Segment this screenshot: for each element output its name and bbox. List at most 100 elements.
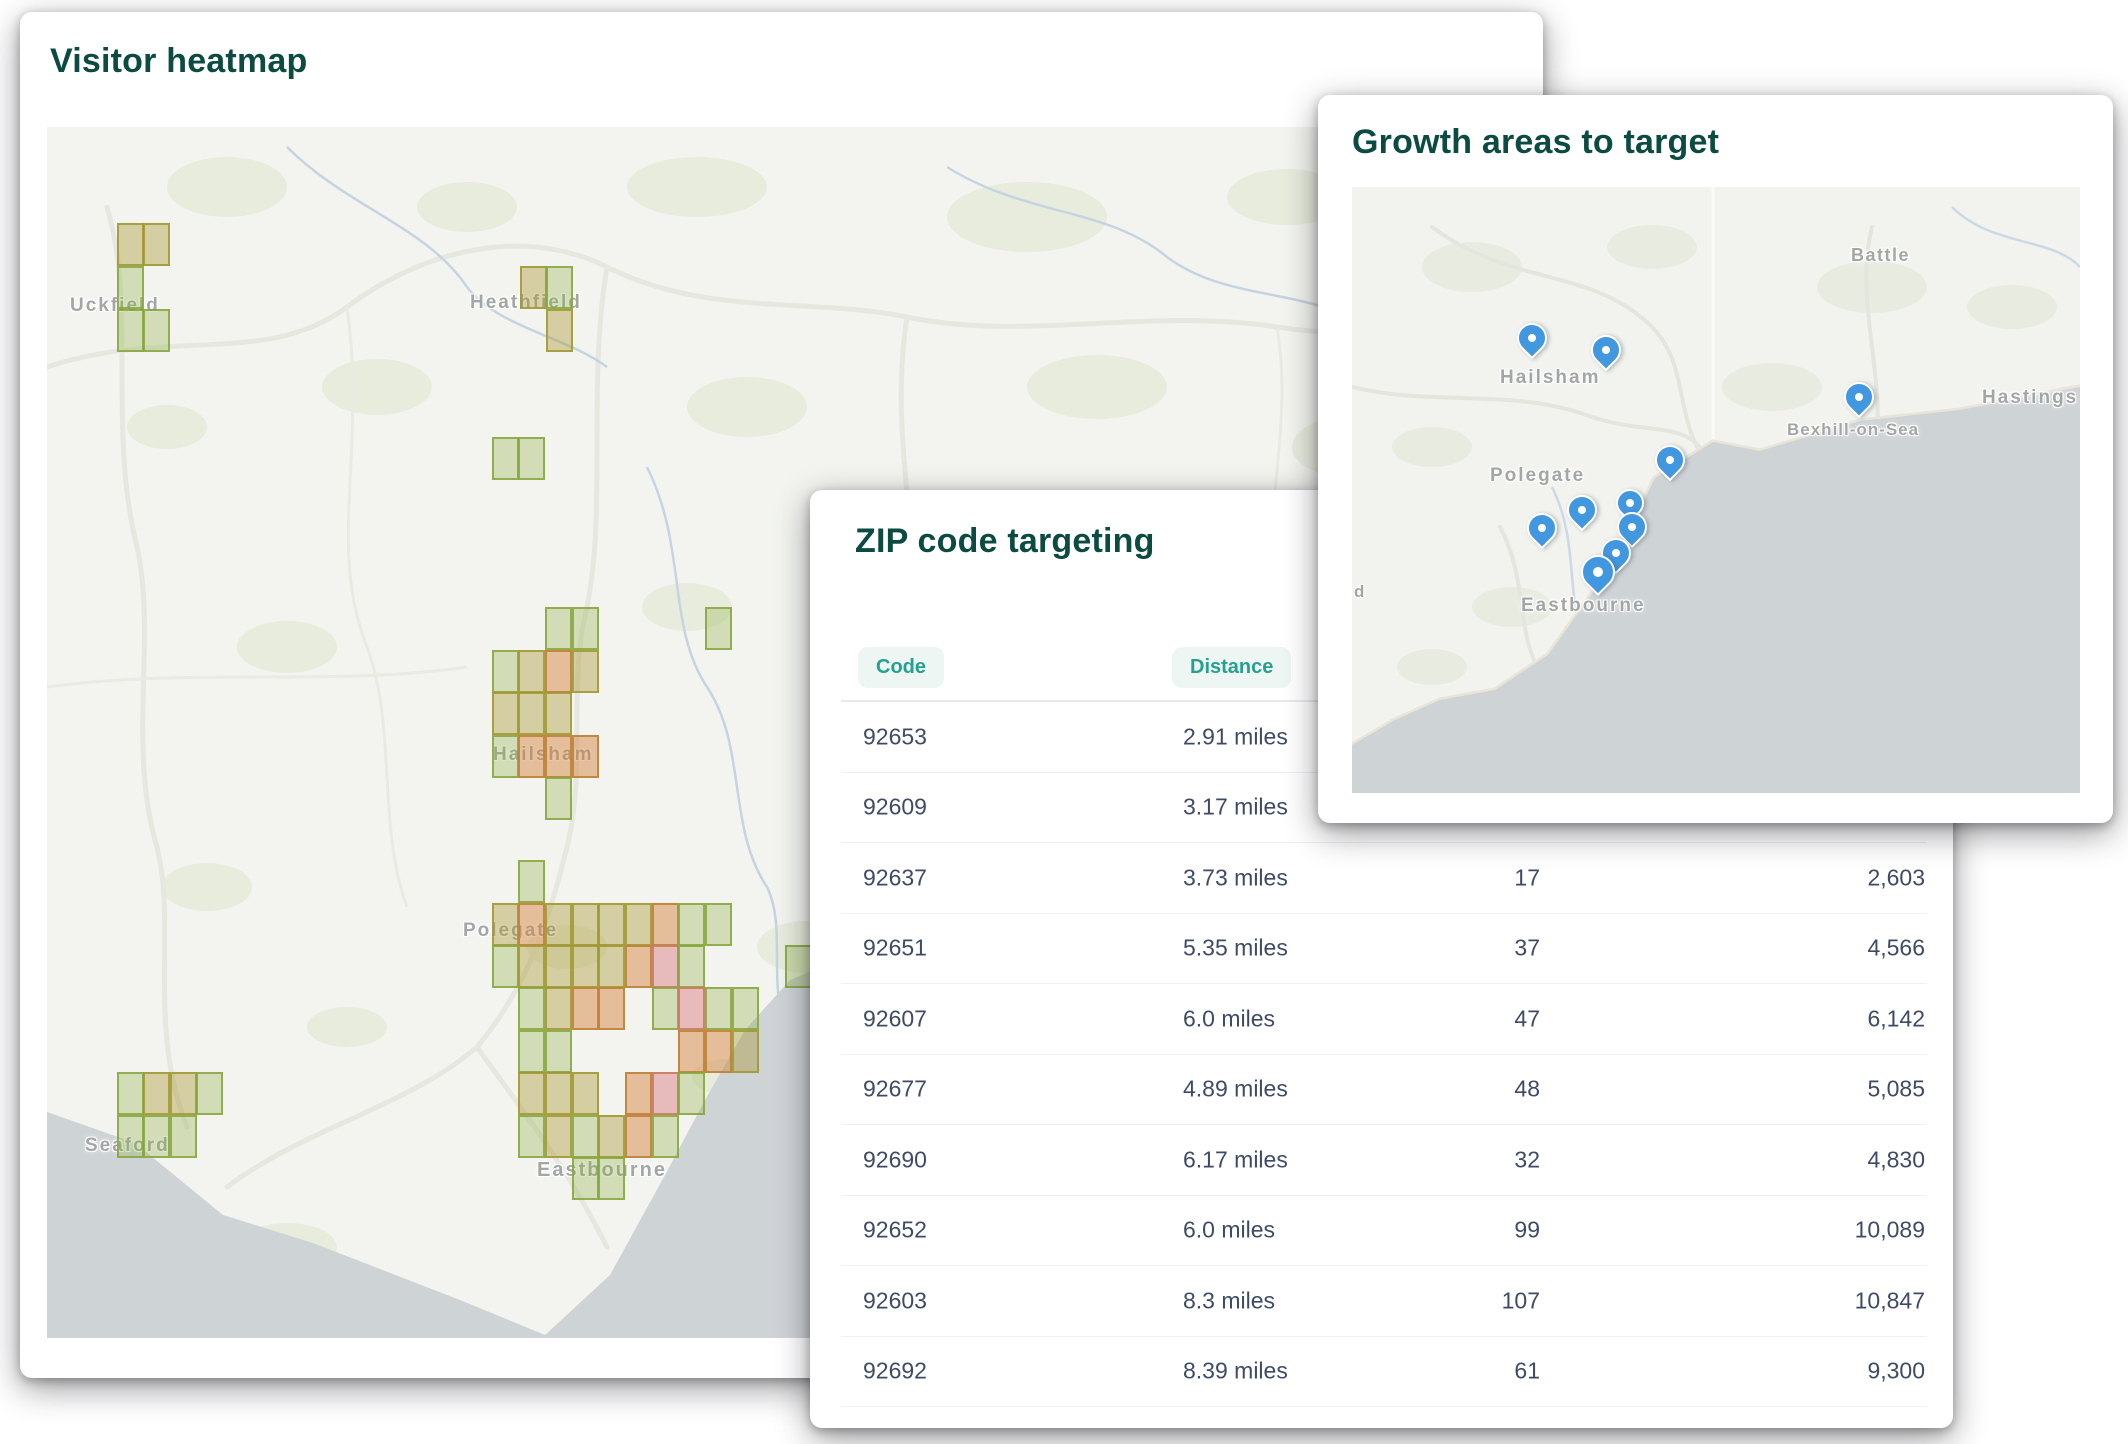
cell-population: 4,830 (1867, 1146, 1925, 1173)
heatmap-cell (678, 1030, 705, 1073)
heatmap-cell (598, 1115, 625, 1158)
cell-distance: 3.17 miles (1183, 794, 1288, 821)
heatmap-cell (196, 1072, 223, 1115)
cell-distance: 8.3 miles (1183, 1287, 1275, 1314)
heatmap-cell (518, 1072, 545, 1115)
heatmap-cell (652, 903, 679, 946)
heatmap-cell (492, 735, 519, 778)
heatmap-cell (518, 987, 545, 1030)
cell-distance: 4.89 miles (1183, 1076, 1288, 1103)
heatmap-cell (598, 1157, 625, 1200)
heatmap-cell (546, 309, 573, 352)
cell-distance: 2.91 miles (1183, 723, 1288, 750)
heatmap-cell (518, 735, 545, 778)
heatmap-cell (705, 987, 732, 1030)
heatmap-cell (545, 735, 572, 778)
heatmap-cell (518, 1030, 545, 1073)
cell-code: 92609 (863, 794, 927, 821)
cell-distance: 6.0 miles (1183, 1217, 1275, 1244)
table-row[interactable]: 926373.73 miles172,603 (841, 843, 1927, 914)
heatmap-cell (518, 437, 545, 480)
table-row[interactable]: 926906.17 miles324,830 (841, 1125, 1927, 1196)
heatmap-cell (143, 309, 170, 352)
heatmap-cell (652, 1115, 679, 1158)
cell-visitors: 48 (1514, 1076, 1540, 1103)
table-row[interactable]: 926928.39 miles619,300 (841, 1337, 1927, 1408)
heatmap-cell (518, 945, 545, 988)
heatmap-cell (492, 903, 519, 946)
cell-distance: 6.17 miles (1183, 1146, 1288, 1173)
cell-code: 92653 (863, 723, 927, 750)
column-header-distance[interactable]: Distance (1172, 647, 1291, 688)
column-header-code[interactable]: Code (858, 647, 944, 688)
heatmap-cell (492, 437, 519, 480)
heatmap-cell (545, 1030, 572, 1073)
heatmap-cell (545, 692, 572, 735)
heatmap-cell (545, 1072, 572, 1115)
heatmap-cell (518, 903, 545, 946)
pin-dot (1538, 524, 1546, 532)
heatmap-cell (545, 607, 572, 650)
pin-dot (1528, 334, 1536, 342)
pin-dot (1855, 393, 1863, 401)
heatmap-cell (705, 1030, 732, 1073)
heatmap-cell (117, 1072, 144, 1115)
growth-areas-card: Growth areas to target (1318, 95, 2113, 823)
growth-map-basemap (1352, 187, 2080, 793)
zip-targeting-title: ZIP code targeting (855, 522, 1155, 561)
cell-distance: 8.39 miles (1183, 1358, 1288, 1385)
pin-dot (1626, 499, 1634, 507)
heatmap-cell (625, 903, 652, 946)
growth-map-place-label: Eastbourne (1521, 595, 1646, 617)
cell-visitors: 99 (1514, 1217, 1540, 1244)
growth-map-place-label: Polegate (1490, 465, 1585, 487)
heatmap-cell (520, 266, 547, 309)
heatmap-cell (117, 266, 144, 309)
heatmap-cell (572, 607, 599, 650)
heatmap-cell (572, 987, 599, 1030)
heatmap-cell (546, 266, 573, 309)
growth-areas-map[interactable]: BattleHailshamHastingsBexhill-on-SeaPole… (1352, 187, 2080, 793)
cell-visitors: 47 (1514, 1005, 1540, 1032)
table-row[interactable]: 926038.3 miles10710,847 (841, 1266, 1927, 1337)
heatmap-cell (492, 692, 519, 735)
heatmap-cell (678, 945, 705, 988)
heatmap-cell (678, 903, 705, 946)
cell-code: 92651 (863, 935, 927, 962)
growth-map-place-label: Battle (1851, 245, 1910, 266)
heatmap-cell (732, 1030, 759, 1073)
heatmap-cell (545, 1115, 572, 1158)
heatmap-cell (598, 945, 625, 988)
growth-areas-title: Growth areas to target (1352, 123, 1719, 162)
heatmap-cell (545, 945, 572, 988)
cell-code: 92652 (863, 1217, 927, 1244)
heatmap-cell (572, 650, 599, 693)
heatmap-cell (598, 903, 625, 946)
heatmap-cell (652, 987, 679, 1030)
heatmap-cell (518, 1115, 545, 1158)
heatmap-cell (518, 860, 545, 903)
heatmap-cell (117, 223, 144, 266)
heatmap-cell (545, 777, 572, 820)
cell-population: 10,089 (1855, 1217, 1925, 1244)
heatmap-cell (117, 309, 144, 352)
visitor-heatmap-title: Visitor heatmap (50, 42, 307, 81)
cell-code: 92637 (863, 864, 927, 891)
table-row[interactable]: 926515.35 miles374,566 (841, 914, 1927, 985)
cell-distance: 6.0 miles (1183, 1005, 1275, 1032)
heatmap-cell (545, 650, 572, 693)
table-row[interactable]: 92652 6.0 miles 99 10,089 (841, 1196, 1927, 1267)
table-row[interactable]: 926076.0 miles476,142 (841, 984, 1927, 1055)
heatmap-cell (143, 1115, 170, 1158)
cell-population: 5,085 (1867, 1076, 1925, 1103)
heatmap-cell (652, 1072, 679, 1115)
heatmap-cell (625, 1115, 652, 1158)
pin-dot (1593, 567, 1603, 577)
table-row[interactable]: 926774.89 miles485,085 (841, 1055, 1927, 1126)
cell-distance: 3.73 miles (1183, 864, 1288, 891)
cell-population: 6,142 (1867, 1005, 1925, 1032)
heatmap-cell (143, 1072, 170, 1115)
heatmap-cell (492, 650, 519, 693)
cell-population: 10,847 (1855, 1287, 1925, 1314)
heatmap-cell (625, 945, 652, 988)
